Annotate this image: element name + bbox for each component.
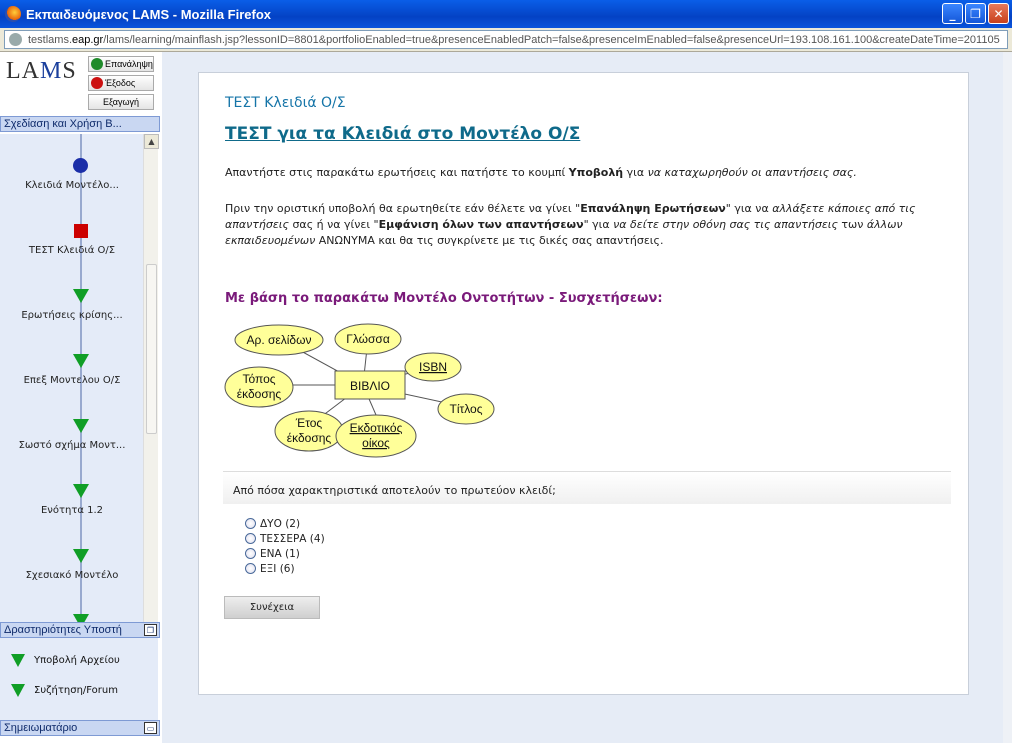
exit-button[interactable]: Έξοδος	[88, 75, 154, 91]
triangle-icon	[11, 684, 25, 697]
minimize-button[interactable]: _	[942, 3, 963, 24]
minimize-panel-icon[interactable]: ▭	[144, 722, 157, 734]
radio-button[interactable]	[245, 533, 256, 544]
notebook-header[interactable]: Σημειωματάριο ▭	[0, 720, 160, 736]
instructions-paragraph: Απαντήστε στις παρακάτω ερωτήσεις και πα…	[225, 166, 857, 179]
activity-content: ΤΕΣΤ Κλειδιά Ο/Σ ΤΕΣΤ για τα Κλειδιά στο…	[198, 72, 969, 695]
question-text: Από πόσα χαρακτηριστικά αποτελούν το πρω…	[233, 484, 556, 497]
site-icon	[9, 33, 22, 46]
repeat-button[interactable]: Επανάληψη	[88, 56, 154, 72]
lesson-header[interactable]: Σχεδίαση και Χρήση Β...	[0, 116, 160, 132]
repeat-icon	[91, 58, 103, 70]
activity-label[interactable]: Επεξ Μοντελου Ο/Σ	[0, 375, 144, 386]
submission-paragraph: Πριν την οριστική υποβολή θα ερωτηθείτε …	[225, 202, 916, 247]
radio-button[interactable]	[245, 518, 256, 529]
activity-label[interactable]: Σχεσιακό Μοντέλο	[0, 570, 144, 581]
activity-label[interactable]: Ενότητα 1.2	[0, 505, 144, 516]
address-bar-area: testlams.eap.gr/lams/learning/mainflash.…	[0, 28, 1012, 52]
restore-button[interactable]: ❐	[965, 3, 986, 24]
sequence-panel: Κλειδιά Μοντέλο... ΤΕΣΤ Κλειδιά Ο/Σ Ερωτ…	[0, 134, 158, 632]
attribute-language-label: Γλώσσα	[346, 332, 390, 346]
activity-triangle-icon[interactable]	[73, 419, 89, 433]
activity-heading: ΤΕΣΤ για τα Κλειδιά στο Μοντέλο Ο/Σ	[225, 124, 581, 144]
activity-square-icon[interactable]	[74, 224, 88, 238]
er-diagram: ΒΙΒΛΙΟ Αρ. σελίδων Γλώσσα ISBN Τόπος έκδ…	[224, 323, 495, 458]
answer-option[interactable]: ΤΕΣΣΕΡΑ (4)	[245, 531, 325, 546]
page-scrollbar[interactable]	[1003, 52, 1012, 743]
attribute-year-label-2: έκδοσης	[287, 431, 332, 445]
diagram-caption: Με βάση το παρακάτω Μοντέλο Οντοτήτων - …	[225, 291, 663, 306]
attribute-pages-label: Αρ. σελίδων	[247, 333, 312, 347]
support-item-forum[interactable]: Συζήτηση/Forum	[11, 684, 118, 697]
lams-logo: LAMS	[6, 58, 77, 84]
activity-title: ΤΕΣΤ Κλειδιά Ο/Σ	[225, 95, 346, 111]
activity-label[interactable]: Κλειδιά Μοντέλο...	[0, 180, 144, 191]
window-title: Εκπαιδευόμενος LAMS - Mozilla Firefox	[26, 6, 272, 22]
support-activities-list: Υποβολή Αρχείου Συζήτηση/Forum	[0, 638, 158, 720]
activity-triangle-icon[interactable]	[73, 549, 89, 563]
activity-label[interactable]: Σωστό σχήμα Μοντ...	[0, 440, 144, 451]
attribute-publisher-label: Εκδοτικός	[350, 421, 403, 435]
continue-button[interactable]: Συνέχεια	[224, 596, 320, 619]
sequence-scrollbar[interactable]: ▲	[143, 134, 159, 632]
address-field[interactable]: testlams.eap.gr/lams/learning/mainflash.…	[4, 30, 1008, 49]
activity-triangle-icon[interactable]	[73, 289, 89, 303]
activity-circle-icon[interactable]	[73, 158, 88, 173]
attribute-title-label: Τίτλος	[449, 402, 482, 416]
activity-triangle-icon[interactable]	[73, 484, 89, 498]
answer-option[interactable]: ΔΥΟ (2)	[245, 516, 325, 531]
entity-book-label: ΒΙΒΛΙΟ	[350, 379, 390, 393]
restore-panel-icon[interactable]: ❐	[144, 624, 157, 636]
question-bar: Από πόσα χαρακτηριστικά αποτελούν το πρω…	[223, 471, 951, 504]
attribute-place-label: Τόπος	[242, 372, 275, 386]
attribute-isbn-label: ISBN	[419, 360, 447, 374]
activity-triangle-icon[interactable]	[73, 354, 89, 368]
support-activities-header[interactable]: Δραστηριότητες Υποστή ❐	[0, 622, 160, 638]
answer-options: ΔΥΟ (2) ΤΕΣΣΕΡΑ (4) ΕΝΑ (1) ΕΞΙ (6)	[245, 516, 325, 576]
lams-sidebar: LAMS Επανάληψη Έξοδος Εξαγωγή Σχεδίαση κ…	[0, 52, 162, 743]
firefox-icon	[5, 6, 21, 22]
triangle-icon	[11, 654, 25, 667]
radio-button[interactable]	[245, 563, 256, 574]
support-item-file-upload[interactable]: Υποβολή Αρχείου	[11, 654, 120, 667]
window-titlebar: Εκπαιδευόμενος LAMS - Mozilla Firefox _ …	[0, 0, 1012, 28]
export-button[interactable]: Εξαγωγή	[88, 94, 154, 110]
close-button[interactable]: ✕	[988, 3, 1009, 24]
attribute-year-label: Έτος	[295, 416, 323, 430]
attribute-place-label-2: έκδοσης	[237, 387, 282, 401]
answer-option[interactable]: ΕΝΑ (1)	[245, 546, 325, 561]
exit-icon	[91, 77, 103, 89]
url-text: testlams.eap.gr/lams/learning/mainflash.…	[28, 33, 1000, 46]
scroll-thumb[interactable]	[146, 264, 157, 434]
radio-button[interactable]	[245, 548, 256, 559]
activity-label[interactable]: ΤΕΣΤ Κλειδιά Ο/Σ	[0, 245, 144, 256]
answer-option[interactable]: ΕΞΙ (6)	[245, 561, 325, 576]
activity-label[interactable]: Ερωτήσεις κρίσης...	[0, 310, 144, 321]
scroll-up-arrow-icon[interactable]: ▲	[144, 134, 159, 149]
attribute-publisher-label-2: οίκος	[362, 436, 390, 450]
